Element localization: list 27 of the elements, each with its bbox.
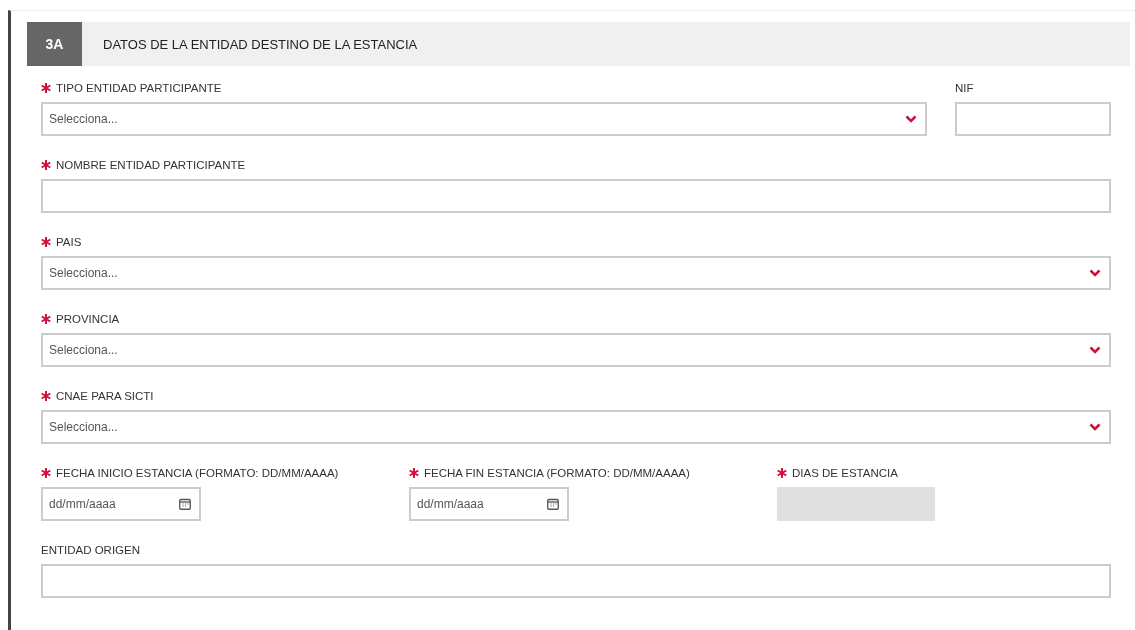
field-label: FECHA INICIO ESTANCIA (FORMATO: DD/MM/AAAA) bbox=[56, 467, 339, 479]
calendar-icon bbox=[179, 498, 191, 510]
select-field[interactable]: Selecciona... bbox=[41, 102, 927, 136]
field-label: PAIS bbox=[56, 236, 82, 248]
section-number: 3A bbox=[27, 22, 82, 66]
select-field[interactable]: Selecciona... bbox=[41, 333, 1111, 367]
select-field[interactable]: Selecciona... bbox=[41, 256, 1111, 290]
text-field[interactable] bbox=[955, 102, 1111, 136]
date-field[interactable]: dd/mm/aaaa bbox=[409, 487, 569, 521]
field-label: ENTIDAD ORIGEN bbox=[41, 544, 141, 556]
text-field[interactable] bbox=[41, 179, 1111, 213]
chevron-down-icon bbox=[1089, 269, 1101, 277]
chevron-down-icon bbox=[1089, 346, 1101, 354]
field-label: PROVINCIA bbox=[56, 313, 120, 325]
select-field[interactable]: Selecciona... bbox=[41, 410, 1111, 444]
calendar-icon bbox=[547, 498, 559, 510]
chevron-down-icon bbox=[905, 115, 917, 123]
field-label: DIAS DE ESTANCIA bbox=[792, 467, 898, 479]
field-label: NIF bbox=[955, 82, 974, 94]
field-label: NOMBRE ENTIDAD PARTICIPANTE bbox=[56, 159, 246, 171]
chevron-down-icon bbox=[1089, 423, 1101, 431]
section-title: DATOS DE LA ENTIDAD DESTINO DE LA ESTANCIA bbox=[103, 36, 418, 52]
field-label: CNAE PARA SICTI bbox=[56, 390, 154, 402]
text-field[interactable] bbox=[41, 564, 1111, 598]
field-label: TIPO ENTIDAD PARTICIPANTE bbox=[56, 82, 222, 94]
date-field[interactable]: dd/mm/aaaa bbox=[41, 487, 201, 521]
field-label: FECHA FIN ESTANCIA (FORMATO: DD/MM/AAAA) bbox=[424, 467, 690, 479]
